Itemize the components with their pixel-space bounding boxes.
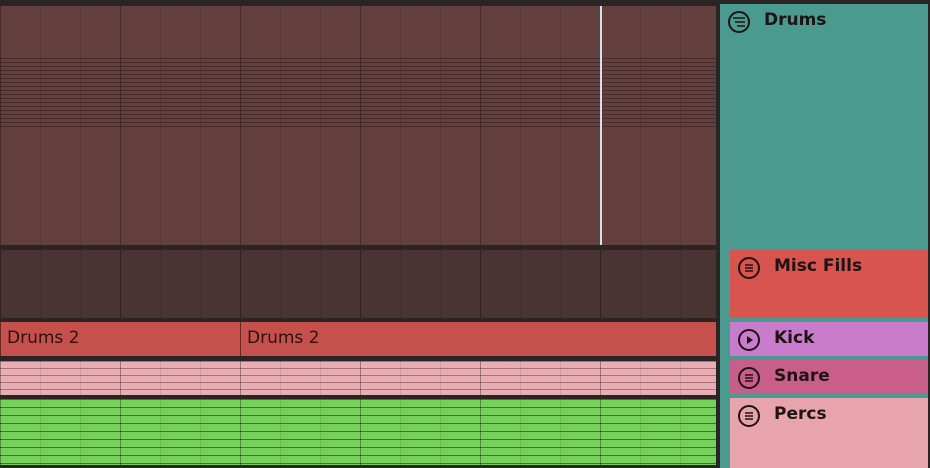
clip-label: Drums 2 <box>7 328 80 348</box>
lane-kick[interactable]: Drums 2 Drums 2 <box>0 322 716 356</box>
beat-grid <box>0 6 716 245</box>
track-header-kick[interactable]: Kick <box>730 322 928 356</box>
play-icon[interactable] <box>738 329 760 351</box>
track-name: Kick <box>774 328 815 348</box>
beat-grid <box>0 399 716 465</box>
track-name: Snare <box>774 366 830 386</box>
track-headers: Drums Misc Fills Kick Snare Percs <box>718 0 930 468</box>
beat-grid <box>0 250 716 318</box>
clip-drums-2[interactable]: Drums 2 <box>0 322 240 356</box>
list-icon[interactable] <box>738 405 760 427</box>
track-name: Misc Fills <box>774 256 863 276</box>
beat-grid <box>0 361 716 395</box>
lane-snare[interactable] <box>0 361 716 395</box>
track-name: Percs <box>774 404 827 424</box>
list-icon[interactable] <box>738 367 760 389</box>
arrangement-view: Drums 2 Drums 2 <box>0 0 718 468</box>
clip-label: Drums 2 <box>247 328 320 348</box>
lane-drums[interactable] <box>0 6 716 245</box>
list-icon[interactable] <box>738 257 760 279</box>
track-header-percs[interactable]: Percs <box>730 398 928 468</box>
track-header-snare[interactable]: Snare <box>730 360 928 394</box>
group-fold-icon[interactable] <box>728 11 750 33</box>
lane-percs[interactable] <box>0 399 716 465</box>
lane-misc-fills[interactable] <box>0 250 716 318</box>
track-name: Drums <box>764 10 827 30</box>
clip-drums-2[interactable]: Drums 2 <box>240 322 716 356</box>
track-header-misc-fills[interactable]: Misc Fills <box>730 250 928 318</box>
playhead[interactable] <box>600 6 602 245</box>
